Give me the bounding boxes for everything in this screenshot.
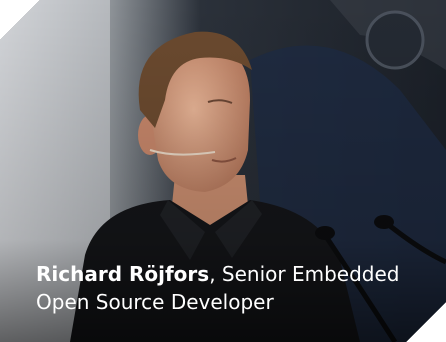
speaker-card: Richard Röjfors, Senior Embedded Open So… xyxy=(0,0,446,342)
speaker-caption: Richard Röjfors, Senior Embedded Open So… xyxy=(36,260,416,316)
speaker-role-line2: Open Source Developer xyxy=(36,290,274,314)
speaker-name: Richard Röjfors xyxy=(36,262,210,286)
caption-separator: , xyxy=(209,262,222,286)
speaker-role-line1: Senior Embedded xyxy=(221,262,400,286)
